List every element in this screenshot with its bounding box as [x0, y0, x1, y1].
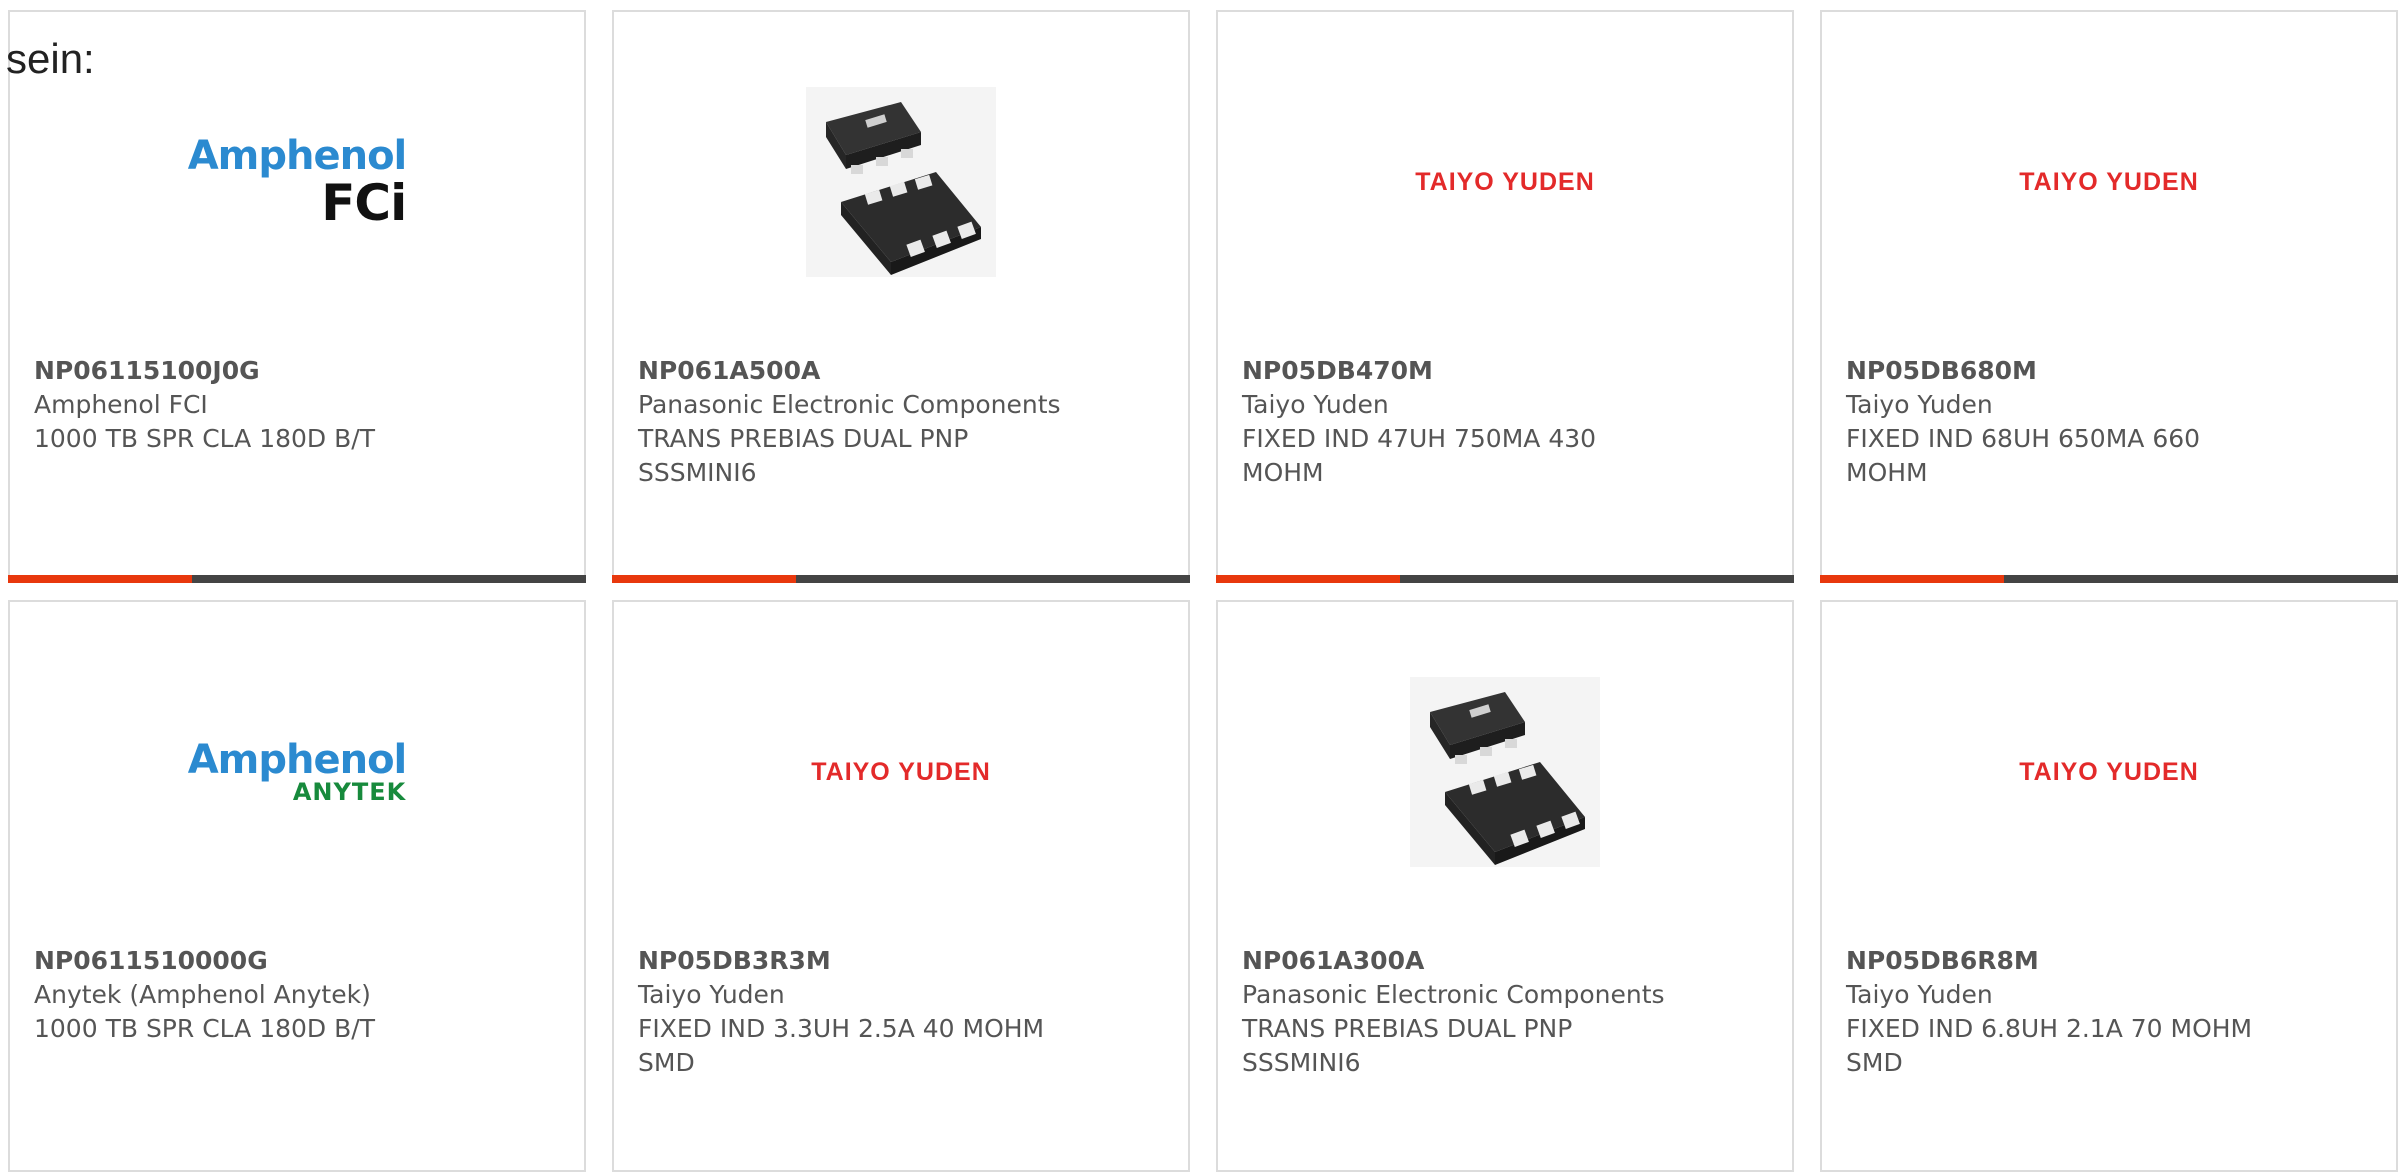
product-card[interactable]: TAIYO YUDEN NP05DB3R3M Taiyo Yuden FIXED…	[612, 600, 1190, 1172]
product-card[interactable]: TAIYO YUDEN NP05DB6R8M Taiyo Yuden FIXED…	[1820, 600, 2398, 1172]
product-image[interactable]: TAIYO YUDEN	[1822, 602, 2396, 942]
logo-text-bottom: ANYTEK	[292, 778, 407, 806]
product-info: NP05DB6R8M Taiyo Yuden FIXED IND 6.8UH 2…	[1846, 944, 2372, 1080]
smd-chip-photo	[1410, 677, 1600, 867]
product-info: NP05DB3R3M Taiyo Yuden FIXED IND 3.3UH 2…	[638, 944, 1164, 1080]
part-number-link[interactable]: NP0611510000G	[34, 944, 560, 978]
part-number-link[interactable]: NP05DB680M	[1846, 354, 2372, 388]
part-number-link[interactable]: NP061A500A	[638, 354, 1164, 388]
card-footer-bar	[612, 575, 1190, 583]
part-number-link[interactable]: NP061A300A	[1242, 944, 1768, 978]
logo-text-top: Amphenol	[187, 737, 408, 783]
manufacturer: Taiyo Yuden	[1846, 390, 1993, 419]
manufacturer: Taiyo Yuden	[1846, 980, 1993, 1009]
card-footer-bar	[1820, 575, 2398, 583]
intro-text: sein:	[6, 35, 95, 82]
description: TRANS PREBIAS DUAL PNP SSSMINI6	[1242, 1014, 1573, 1077]
product-image[interactable]	[1218, 602, 1792, 942]
card-footer-bar	[8, 575, 586, 583]
part-number-link[interactable]: NP06115100J0G	[34, 354, 560, 388]
description: FIXED IND 3.3UH 2.5A 40 MOHM SMD	[638, 1014, 1045, 1077]
accent-bar	[1216, 575, 1400, 583]
amphenol-anytek-logo: Amphenol ANYTEK	[187, 737, 408, 806]
taiyo-yuden-logo: TAIYO YUDEN	[811, 757, 991, 786]
description: FIXED IND 47UH 750MA 430 MOHM	[1242, 424, 1597, 487]
product-image[interactable]: TAIYO YUDEN	[1822, 12, 2396, 352]
manufacturer: Panasonic Electronic Components	[1242, 980, 1665, 1009]
description: TRANS PREBIAS DUAL PNP SSSMINI6	[638, 424, 969, 487]
smd-chip-photo	[806, 87, 996, 277]
description: 1000 TB SPR CLA 180D B/T	[34, 1014, 375, 1043]
manufacturer: Panasonic Electronic Components	[638, 390, 1061, 419]
product-info: NP05DB680M Taiyo Yuden FIXED IND 68UH 65…	[1846, 354, 2372, 490]
description: 1000 TB SPR CLA 180D B/T	[34, 424, 375, 453]
taiyo-yuden-logo: TAIYO YUDEN	[2019, 167, 2199, 196]
accent-bar	[8, 575, 192, 583]
product-card[interactable]: NP061A500A Panasonic Electronic Componen…	[612, 10, 1190, 583]
product-image[interactable]: TAIYO YUDEN	[1218, 12, 1792, 352]
description: FIXED IND 6.8UH 2.1A 70 MOHM SMD	[1846, 1014, 2253, 1077]
product-info: NP06115100J0G Amphenol FCI 1000 TB SPR C…	[34, 354, 560, 456]
manufacturer: Taiyo Yuden	[638, 980, 785, 1009]
description: FIXED IND 68UH 650MA 660 MOHM	[1846, 424, 2201, 487]
accent-bar	[612, 575, 796, 583]
product-card[interactable]: Amphenol ANYTEK NP0611510000G Anytek (Am…	[8, 600, 586, 1172]
product-info: NP0611510000G Anytek (Amphenol Anytek) 1…	[34, 944, 560, 1046]
product-info: NP061A300A Panasonic Electronic Componen…	[1242, 944, 1768, 1080]
part-number-link[interactable]: NP05DB3R3M	[638, 944, 1164, 978]
part-number-link[interactable]: NP05DB6R8M	[1846, 944, 2372, 978]
logo-text-bottom: FCi	[321, 174, 407, 232]
manufacturer: Taiyo Yuden	[1242, 390, 1389, 419]
product-image[interactable]: Amphenol ANYTEK	[10, 602, 584, 942]
accent-bar	[1820, 575, 2004, 583]
card-footer-bar	[1216, 575, 1794, 583]
product-card[interactable]: Amphenol FCi NP06115100J0G Amphenol FCI …	[8, 10, 586, 583]
product-card[interactable]: TAIYO YUDEN NP05DB680M Taiyo Yuden FIXED…	[1820, 10, 2398, 583]
product-card[interactable]: NP061A300A Panasonic Electronic Componen…	[1216, 600, 1794, 1172]
product-info: NP05DB470M Taiyo Yuden FIXED IND 47UH 75…	[1242, 354, 1768, 490]
product-image[interactable]: TAIYO YUDEN	[614, 602, 1188, 942]
product-image[interactable]: Amphenol FCi	[10, 12, 584, 352]
part-number-link[interactable]: NP05DB470M	[1242, 354, 1768, 388]
manufacturer: Amphenol FCI	[34, 390, 208, 419]
taiyo-yuden-logo: TAIYO YUDEN	[1415, 167, 1595, 196]
logo-text-top: Amphenol	[187, 133, 408, 179]
amphenol-fci-logo: Amphenol FCi	[187, 133, 408, 232]
product-card[interactable]: TAIYO YUDEN NP05DB470M Taiyo Yuden FIXED…	[1216, 10, 1794, 583]
product-image[interactable]	[614, 12, 1188, 352]
taiyo-yuden-logo: TAIYO YUDEN	[2019, 757, 2199, 786]
manufacturer: Anytek (Amphenol Anytek)	[34, 980, 371, 1009]
product-info: NP061A500A Panasonic Electronic Componen…	[638, 354, 1164, 490]
